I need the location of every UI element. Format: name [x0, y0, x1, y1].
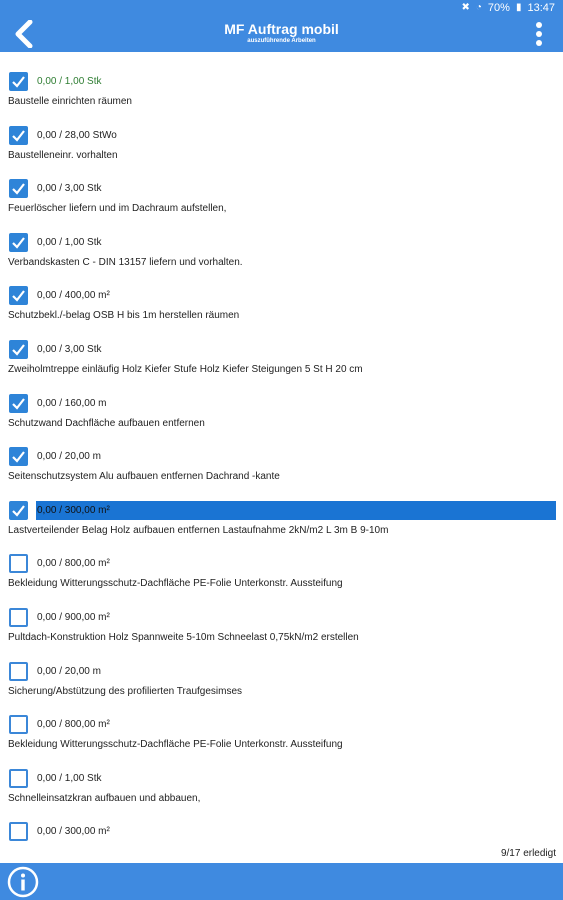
- task-quantity[interactable]: 0,00 / 20,00 m: [36, 450, 101, 463]
- check-icon: [12, 505, 25, 517]
- task-quantity[interactable]: 0,00 / 160,00 m: [36, 397, 107, 410]
- info-button[interactable]: [7, 866, 39, 898]
- task-quantity[interactable]: 0,00 / 1,00 Stk: [36, 772, 102, 785]
- task-quantity[interactable]: 0,00 / 1,00 Stk: [36, 75, 102, 88]
- check-icon: [12, 183, 25, 195]
- bottom-bar: [0, 863, 563, 900]
- task-quantity[interactable]: 0,00 / 800,00 m²: [36, 557, 110, 570]
- task-quantity[interactable]: 0,00 / 3,00 Stk: [36, 182, 102, 195]
- more-vertical-icon-dot: [536, 40, 542, 46]
- task-checkbox[interactable]: [9, 607, 28, 627]
- check-icon: [12, 237, 25, 249]
- check-icon: [12, 397, 25, 410]
- wifi-icon: ◔: [475, 2, 482, 13]
- app-title: MF Auftrag mobil: [224, 21, 339, 37]
- task-list: 0,00 / 1,00 Stk Baustelle einrichten räu…: [0, 52, 563, 856]
- task-checkbox[interactable]: [9, 232, 28, 252]
- mute-icon: ✖: [461, 2, 470, 13]
- task-item: 0,00 / 20,00 m Sicherung/Abstützung des …: [0, 642, 563, 697]
- task-item: 0,00 / 160,00 m Schutzwand Dachfläche au…: [0, 374, 563, 429]
- battery-level: 70%: [487, 2, 510, 14]
- task-quantity[interactable]: 0,00 / 300,00 m²: [36, 500, 556, 520]
- status-bar: ✖ ◔ 70% ▮ 13:47: [0, 0, 563, 16]
- task-checkbox[interactable]: [9, 822, 28, 842]
- task-checkbox[interactable]: [9, 339, 28, 359]
- task-checkbox[interactable]: [9, 125, 28, 145]
- title-block: MF Auftrag mobil auszuführende Arbeiten: [0, 21, 563, 45]
- task-quantity[interactable]: 0,00 / 28,00 StWo: [36, 129, 117, 142]
- task-item: 0,00 / 28,00 StWo Baustelleneinr. vorhal…: [0, 106, 563, 161]
- check-icon: [12, 290, 25, 303]
- task-item: 0,00 / 1,00 Stk Verbandskasten C - DIN 1…: [0, 213, 563, 268]
- more-vertical-icon-dot: [536, 31, 542, 37]
- task-checkbox[interactable]: [9, 554, 28, 574]
- task-item: 0,00 / 900,00 m² Pultdach-Konstruktion H…: [0, 588, 563, 643]
- task-quantity[interactable]: 0,00 / 3,00 Stk: [36, 343, 102, 356]
- task-checkbox[interactable]: [9, 500, 28, 520]
- task-checkbox[interactable]: [9, 661, 28, 681]
- task-checkbox[interactable]: [9, 393, 28, 413]
- check-icon: [12, 129, 25, 142]
- done-count: 9/17 erledigt: [500, 848, 556, 859]
- app-bar: MF Auftrag mobil auszuführende Arbeiten: [0, 16, 563, 52]
- task-checkbox[interactable]: [9, 179, 28, 199]
- task-quantity[interactable]: 0,00 / 900,00 m²: [36, 611, 110, 624]
- task-item: 0,00 / 400,00 m² Schutzbekl./-belag OSB …: [0, 266, 563, 321]
- battery-icon: ▮: [515, 2, 522, 13]
- task-checkbox[interactable]: [9, 286, 28, 306]
- task-item: 0,00 / 300,00 m² Lastverteilender Belag …: [0, 481, 563, 536]
- task-item: 0,00 / 800,00 m² Bekleidung Witterungssc…: [0, 695, 563, 750]
- clock: 13:47: [527, 2, 555, 14]
- task-item: 0,00 / 20,00 m Seitenschutzsystem Alu au…: [0, 427, 563, 482]
- task-checkbox[interactable]: [9, 447, 28, 467]
- task-item: 0,00 / 800,00 m² Bekleidung Witterungssc…: [0, 534, 563, 589]
- task-item: 0,00 / 3,00 Stk Zweiholmtreppe einläufig…: [0, 320, 563, 375]
- task-quantity[interactable]: 0,00 / 300,00 m²: [36, 825, 110, 838]
- check-icon: [12, 451, 25, 463]
- task-quantity[interactable]: 0,00 / 400,00 m²: [36, 289, 110, 302]
- task-item: 0,00 / 1,00 Stk Baustelle einrichten räu…: [0, 52, 563, 107]
- task-checkbox[interactable]: [9, 715, 28, 735]
- task-item: 0,00 / 300,00 m²: [0, 802, 563, 856]
- task-quantity[interactable]: 0,00 / 1,00 Stk: [36, 236, 102, 249]
- check-icon: [12, 76, 25, 88]
- overflow-menu-button[interactable]: [529, 19, 549, 49]
- more-vertical-icon: [536, 22, 542, 28]
- task-item: 0,00 / 3,00 Stk Feuerlöscher liefern und…: [0, 159, 563, 214]
- task-item: 0,00 / 1,00 Stk Schnelleinsatzkran aufba…: [0, 749, 563, 804]
- task-checkbox[interactable]: [9, 72, 28, 91]
- task-quantity[interactable]: 0,00 / 20,00 m: [36, 665, 101, 678]
- info-icon: [7, 866, 39, 898]
- app-subtitle: auszuführende Arbeiten: [247, 38, 316, 44]
- task-checkbox[interactable]: [9, 768, 28, 788]
- task-quantity[interactable]: 0,00 / 800,00 m²: [36, 718, 110, 731]
- check-icon: [12, 344, 25, 356]
